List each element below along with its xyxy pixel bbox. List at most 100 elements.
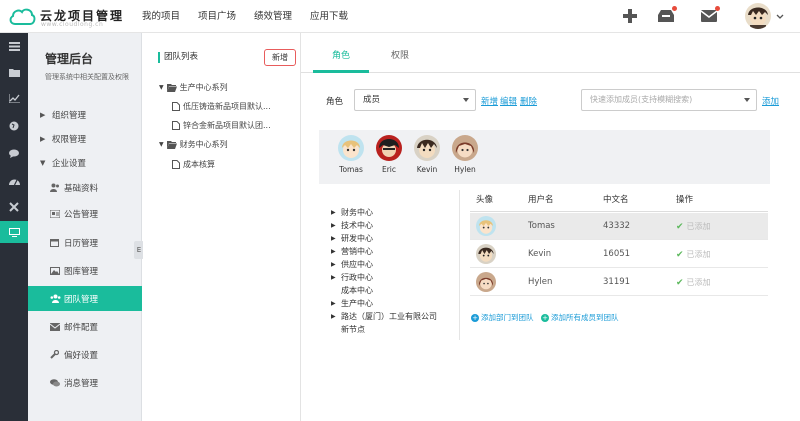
role-select-value: 成员 bbox=[363, 95, 381, 105]
sidebar-item-mail[interactable]: 邮件配置 bbox=[28, 314, 142, 339]
app-logo[interactable]: 云龙项目管理 www.cloudlong.cn bbox=[8, 4, 133, 30]
role-new-link[interactable]: 新增 bbox=[481, 95, 498, 107]
chevron-down-icon[interactable] bbox=[776, 14, 784, 20]
sidebar-item-label: 偏好设置 bbox=[64, 350, 99, 361]
rail-menu[interactable] bbox=[0, 35, 28, 57]
dept-label: 供应中心 bbox=[341, 260, 373, 269]
nav-my-projects[interactable]: 我的项目 bbox=[142, 0, 180, 33]
tree-item[interactable]: 锌合金新品项目默认团... bbox=[172, 118, 271, 133]
cell-username: Hylen bbox=[528, 277, 553, 287]
sidebar-item-preferences[interactable]: 偏好设置 bbox=[28, 342, 142, 367]
sidebar-item-label: 图库管理 bbox=[64, 266, 99, 277]
sidebar-item-team[interactable]: 团队管理 bbox=[28, 286, 142, 311]
check-icon: ✔ bbox=[676, 249, 684, 260]
user-avatar-icon bbox=[745, 3, 771, 29]
tree-label: 生产中心系列 bbox=[179, 83, 228, 92]
line-chart-icon bbox=[8, 93, 20, 103]
caret-down-icon: ▼ bbox=[159, 141, 164, 148]
tab-roles[interactable]: 角色 bbox=[332, 48, 350, 61]
sidebar-item-org[interactable]: ▶ 组织管理 bbox=[28, 102, 142, 127]
sidebar-item-gallery[interactable]: 图库管理 bbox=[28, 258, 142, 283]
rail-chart[interactable] bbox=[0, 87, 28, 109]
role-edit-link[interactable]: 编辑 bbox=[500, 95, 517, 107]
nav-project-square[interactable]: 项目广场 bbox=[198, 0, 236, 33]
member-name: Hylen bbox=[454, 165, 476, 174]
check-icon: ✔ bbox=[676, 277, 684, 288]
plus-icon[interactable] bbox=[620, 6, 640, 26]
member-card[interactable]: Eric bbox=[373, 135, 405, 174]
user-avatar[interactable] bbox=[745, 3, 771, 29]
tab-permissions[interactable]: 权限 bbox=[391, 48, 409, 61]
caret-right-icon: ▶ bbox=[331, 313, 336, 320]
dept-node[interactable]: 成本中心 bbox=[331, 285, 461, 298]
new-team-button[interactable]: 新增 bbox=[264, 49, 296, 66]
top-nav: 我的项目 项目广场 绩效管理 应用下载 bbox=[142, 0, 366, 33]
role-label: 角色 bbox=[326, 97, 344, 107]
rail-chat[interactable] bbox=[0, 142, 28, 164]
role-delete-link[interactable]: 删除 bbox=[520, 95, 537, 107]
dept-label: 研发中心 bbox=[341, 234, 373, 243]
add-all-members-label: 添加所有成员到团队 bbox=[551, 313, 619, 322]
sidebar-item-messages[interactable]: 消息管理 bbox=[28, 370, 142, 395]
table-row[interactable]: Tomas 43332 ✔ 已添加 bbox=[470, 213, 768, 240]
member-card[interactable]: Hylen bbox=[449, 135, 481, 174]
inbox-badge bbox=[672, 6, 677, 11]
added-status: ✔ 已添加 bbox=[676, 221, 711, 232]
member-card[interactable]: Tomas bbox=[335, 135, 367, 174]
tree-folder[interactable]: ▼ 生产中心系列 bbox=[159, 80, 228, 95]
dept-node[interactable]: ▶ 技术中心 bbox=[331, 220, 461, 233]
dept-node[interactable]: 新节点 bbox=[331, 324, 461, 337]
rail-folder[interactable] bbox=[0, 61, 28, 83]
icon-rail bbox=[0, 33, 28, 421]
add-member-link[interactable]: 添加 bbox=[762, 95, 779, 107]
sidebar-item-permissions[interactable]: ▶ 权限管理 bbox=[28, 126, 142, 151]
sidebar-item-basic-info[interactable]: 基础资料 bbox=[28, 175, 142, 200]
member-card[interactable]: Kevin bbox=[411, 135, 443, 174]
nav-performance[interactable]: 绩效管理 bbox=[254, 0, 292, 33]
sidebar-item-calendar[interactable]: 日历管理 bbox=[28, 230, 142, 255]
table-row[interactable]: Kevin 16051 ✔ 已添加 bbox=[470, 241, 768, 268]
tree-label: 财务中心系列 bbox=[179, 140, 228, 149]
caret-down-icon bbox=[744, 98, 750, 102]
sidebar-item-label: 企业设置 bbox=[52, 158, 87, 169]
rail-tools[interactable] bbox=[0, 196, 28, 218]
dept-node[interactable]: ▶ 路达（厦门）工业有限公司 bbox=[331, 311, 461, 324]
avatar-tomas-icon bbox=[476, 216, 496, 236]
table-row[interactable]: Hylen 31191 ✔ 已添加 bbox=[470, 269, 768, 296]
dept-node[interactable]: ▶ 行政中心 bbox=[331, 272, 461, 285]
member-search-select[interactable]: 快速添加成员(支持模糊搜索) bbox=[581, 89, 757, 111]
caret-down-icon: ▼ bbox=[159, 84, 164, 91]
tree-folder[interactable]: ▼ 财务中心系列 bbox=[159, 137, 228, 152]
dept-label: 路达（厦门）工业有限公司 bbox=[341, 312, 437, 321]
dept-node[interactable]: ▶ 营销中心 bbox=[331, 246, 461, 259]
rail-globe[interactable] bbox=[0, 115, 28, 137]
caret-right-icon: ▶ bbox=[331, 209, 336, 216]
department-tree: ▶ 财务中心 ▶ 技术中心 ▶ 研发中心 ▶ 营销中心 ▶ 供应中心 ▶ 行政中心 成本中心… bbox=[331, 207, 461, 337]
add-department-link[interactable]: + 添加部门到团队 bbox=[471, 312, 534, 323]
tree-item[interactable]: 低压铸造新品项目默认... bbox=[172, 99, 271, 114]
rail-monitor[interactable] bbox=[0, 221, 28, 243]
dept-node[interactable]: ▶ 生产中心 bbox=[331, 298, 461, 311]
sidebar-item-enterprise[interactable]: ▼ 企业设置 bbox=[28, 150, 142, 175]
tree-label: 锌合金新品项目默认团... bbox=[183, 121, 271, 130]
avatar-tomas-icon bbox=[338, 135, 364, 161]
status-label: 已添加 bbox=[686, 250, 711, 259]
logo-subtitle: www.cloudlong.cn bbox=[41, 21, 104, 28]
tree-label: 成本核算 bbox=[183, 160, 215, 169]
dept-node[interactable]: ▶ 研发中心 bbox=[331, 233, 461, 246]
role-select[interactable]: 成员 bbox=[354, 89, 476, 111]
dept-node[interactable]: ▶ 财务中心 bbox=[331, 207, 461, 220]
add-all-members-link[interactable]: + 添加所有成员到团队 bbox=[541, 312, 619, 323]
tree-item[interactable]: 成本核算 bbox=[172, 157, 215, 172]
folder-open-icon bbox=[166, 83, 177, 92]
nav-app-download[interactable]: 应用下载 bbox=[310, 0, 348, 33]
tab-bar: 角色 权限 bbox=[301, 33, 800, 73]
sidebar-item-label: 组织管理 bbox=[52, 110, 87, 121]
rail-dashboard[interactable] bbox=[0, 170, 28, 192]
sidebar-item-announcements[interactable]: 公告管理 bbox=[28, 201, 142, 226]
cloud-logo-icon bbox=[9, 8, 36, 25]
tools-icon bbox=[9, 202, 19, 212]
caret-right-icon: ▶ bbox=[331, 222, 336, 229]
dept-node[interactable]: ▶ 供应中心 bbox=[331, 259, 461, 272]
plus-circle-icon: + bbox=[471, 313, 479, 322]
